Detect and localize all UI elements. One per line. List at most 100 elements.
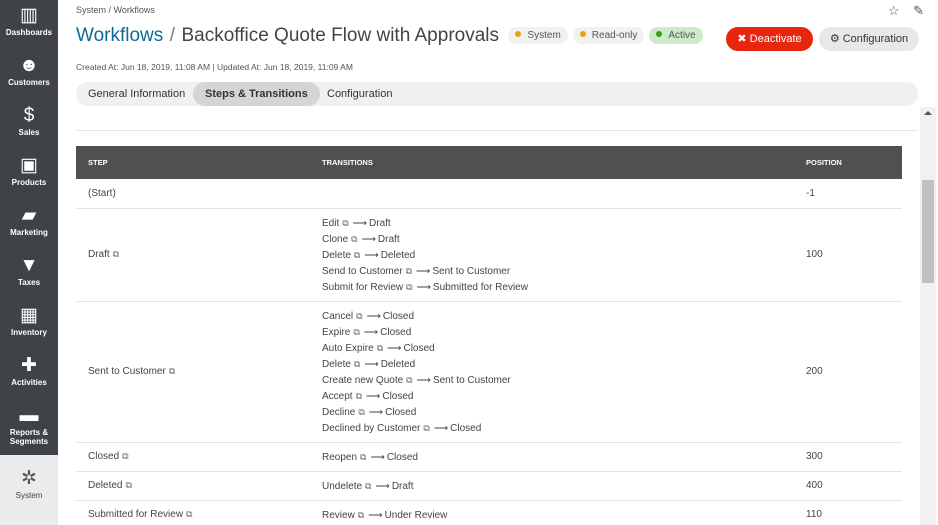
arrow-right-icon: ⟶	[366, 390, 381, 402]
star-icon[interactable]: ☆	[888, 3, 900, 18]
arrow-right-icon: ⟶	[416, 281, 431, 293]
reports-icon: ▬	[19, 405, 39, 426]
page-title: Workflows / Backoffice Quote Flow with A…	[76, 25, 703, 51]
nav-label: Reports & Segments	[9, 428, 49, 446]
nav-item-marketing[interactable]: ▰ Marketing	[0, 200, 58, 250]
arrow-right-icon: ⟶	[375, 480, 390, 492]
edit-transition-icon[interactable]: ⧉	[406, 263, 412, 279]
transition-item: Decline ⧉ ⟶ Closed	[322, 404, 794, 420]
arrow-right-icon: ⟶	[363, 326, 379, 338]
transitions-cell: Cancel ⧉ ⟶ Closed Expire ⧉ ⟶ Closed Auto Expire ⧉…	[310, 301, 794, 443]
transition-item: Delete ⧉ ⟶ Deleted	[322, 247, 794, 263]
scroll-thumb[interactable]	[922, 180, 934, 283]
main-content: System / Workflows ☆ ✎ Workflows / Backo…	[58, 0, 938, 525]
nav-label: Products	[11, 178, 47, 187]
transition-name: Expire	[322, 326, 351, 338]
transition-name: Accept	[322, 390, 353, 402]
position-cell: 110	[794, 500, 902, 525]
transition-target: Closed	[386, 451, 418, 463]
scroll-up-arrow-icon[interactable]	[924, 111, 932, 115]
column-header-step[interactable]: STEP	[76, 146, 310, 179]
nav-label: Marketing	[10, 228, 48, 237]
arrow-right-icon: ⟶	[368, 509, 383, 521]
nav-item-taxes[interactable]: ▼ Taxes	[0, 250, 58, 300]
edit-transition-icon[interactable]: ⧉	[358, 404, 364, 420]
nav-item-products[interactable]: ▣ Products	[0, 150, 58, 200]
tab-general-information[interactable]: General Information	[76, 82, 197, 106]
edit-transition-icon[interactable]: ⧉	[406, 372, 412, 388]
transition-item: Accept ⧉ ⟶ Closed	[322, 388, 794, 404]
workflows-link[interactable]: Workflows	[76, 25, 163, 46]
step-cell: Closed ⧉	[76, 442, 310, 472]
transition-name: Clone	[322, 233, 349, 245]
arrow-right-icon: ⟶	[416, 374, 431, 386]
transition-target: Draft	[377, 233, 400, 245]
transition-list: Cancel ⧉ ⟶ Closed Expire ⧉ ⟶ Closed Auto Expire ⧉…	[322, 302, 794, 442]
configuration-button[interactable]: ⚙ Configuration	[819, 27, 919, 51]
edit-step-icon[interactable]: ⧉	[186, 509, 192, 520]
transition-item: Undelete ⧉ ⟶ Draft	[322, 478, 794, 494]
nav-item-customers[interactable]: ☻ Customers	[0, 50, 58, 100]
transition-name: Auto Expire	[322, 342, 374, 354]
edit-transition-icon[interactable]: ⧉	[353, 324, 359, 340]
transition-list: Review ⧉ ⟶ Under Review	[322, 501, 794, 525]
position-cell: 200	[794, 301, 902, 443]
column-header-transitions[interactable]: TRANSITIONS	[310, 146, 794, 179]
status-badge: Read-only	[572, 27, 645, 44]
edit-transition-icon[interactable]: ⧉	[423, 420, 429, 436]
table-row: (Start) -1	[76, 179, 902, 209]
transition-list: Undelete ⧉ ⟶ Draft	[322, 472, 794, 500]
edit-transition-icon[interactable]: ⧉	[354, 356, 360, 372]
transition-name: Reopen	[322, 451, 358, 463]
status-dot-icon	[579, 31, 586, 37]
nav-item-reports[interactable]: ▬ Reports & Segments	[0, 400, 58, 450]
edit-transition-icon[interactable]: ⧉	[360, 449, 366, 465]
transitions-cell: Undelete ⧉ ⟶ Draft	[310, 471, 794, 501]
edit-transition-icon[interactable]: ⧉	[358, 507, 364, 523]
deactivate-button[interactable]: ✖ Deactivate	[726, 27, 813, 51]
edit-transition-icon[interactable]: ⧉	[351, 231, 357, 247]
edit-transition-icon[interactable]: ⧉	[356, 388, 362, 404]
edit-step-icon[interactable]: ⧉	[113, 249, 119, 260]
transition-item: Delete ⧉ ⟶ Deleted	[322, 356, 794, 372]
transition-target: Closed	[450, 422, 482, 434]
tab-steps-transitions[interactable]: Steps & Transitions	[193, 82, 320, 106]
badge-label: Active	[668, 30, 696, 41]
edit-transition-icon[interactable]: ⧉	[342, 215, 348, 231]
breadcrumb[interactable]: System / Workflows	[76, 5, 155, 15]
edit-transition-icon[interactable]: ⧉	[406, 279, 412, 295]
nav-item-activities[interactable]: ✚ Activities	[0, 350, 58, 400]
edit-step-icon[interactable]: ⧉	[125, 480, 131, 491]
position-cell: 300	[794, 442, 902, 472]
scrollbar[interactable]	[920, 107, 936, 525]
status-dot-icon	[515, 31, 522, 37]
marketing-icon: ▰	[21, 205, 37, 226]
nav-item-inventory[interactable]: ▦ Inventory	[0, 300, 58, 350]
arrow-right-icon: ⟶	[370, 451, 385, 463]
tab-configuration[interactable]: Configuration	[315, 82, 404, 106]
nav-item-sales[interactable]: $ Sales	[0, 100, 58, 150]
transitions-cell: Reopen ⧉ ⟶ Closed	[310, 442, 794, 472]
inventory-icon: ▦	[20, 305, 38, 326]
edit-transition-icon[interactable]: ⧉	[354, 247, 360, 263]
step-name: Closed	[88, 451, 120, 462]
nav-item-dashboards[interactable]: ▥ Dashboards	[0, 0, 58, 50]
transition-target: Sent to Customer	[432, 374, 511, 386]
pin-icon[interactable]: ✎	[913, 3, 924, 18]
edit-step-icon[interactable]: ⧉	[122, 451, 128, 462]
edit-step-icon[interactable]: ⧉	[169, 366, 175, 377]
column-header-position[interactable]: POSITION	[794, 146, 902, 179]
nav-item-system[interactable]: ✲ System	[0, 455, 58, 525]
transition-list: Edit ⧉ ⟶ Draft Clone ⧉ ⟶ Draft Delete ⧉ ⟶ Deleted Se…	[322, 209, 794, 301]
nav-label: Activities	[11, 378, 47, 387]
table-row: Draft ⧉ Edit ⧉ ⟶ Draft Clone ⧉ ⟶ Draft Delete ⧉ ⟶ Del…	[76, 208, 902, 302]
divider	[76, 130, 918, 131]
transition-item: Clone ⧉ ⟶ Draft	[322, 231, 794, 247]
edit-transition-icon[interactable]: ⧉	[356, 308, 362, 324]
edit-transition-icon[interactable]: ⧉	[365, 478, 371, 494]
step-name: Draft	[88, 249, 110, 260]
sales-icon: $	[23, 105, 35, 126]
step-cell: Sent to Customer ⧉	[76, 301, 310, 443]
step-cell: Submitted for Review ⧉	[76, 500, 310, 525]
edit-transition-icon[interactable]: ⧉	[377, 340, 383, 356]
